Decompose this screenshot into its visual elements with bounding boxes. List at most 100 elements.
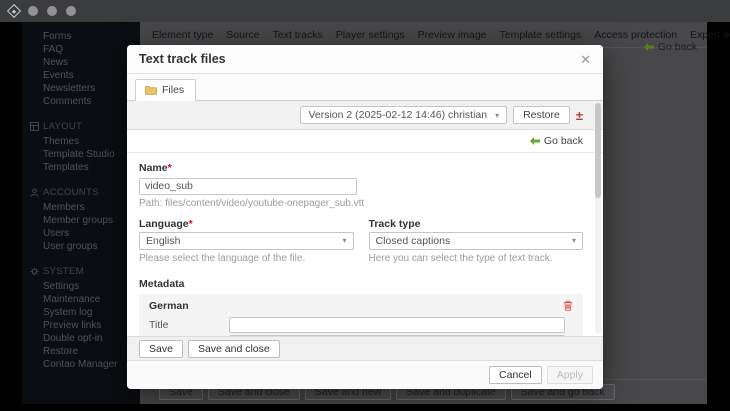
required-asterisk: * <box>167 162 172 174</box>
track-type-select-value: Closed captions <box>375 234 451 247</box>
modal-save-row: Save Save and close <box>127 336 603 360</box>
sidebar-item-users[interactable]: Users <box>22 227 140 240</box>
sidebar-item-double-opt-in[interactable]: Double opt-in <box>22 332 140 345</box>
tab-source[interactable]: Source <box>226 29 259 41</box>
sidebar-item-member-groups[interactable]: Member groups <box>22 214 140 227</box>
header-menu-dot-icon[interactable] <box>47 6 57 16</box>
modal-go-back-label: Go back <box>543 135 583 147</box>
chevron-down-icon: ▾ <box>495 110 500 120</box>
sidebar-nav: Forms FAQ News Events Newsletters Commen… <box>22 22 140 404</box>
tab-template-settings[interactable]: Template settings <box>500 29 582 41</box>
language-select[interactable]: English ▾ <box>139 231 354 250</box>
track-type-select[interactable]: Closed captions ▾ <box>368 231 583 250</box>
header-menu-dot-icon[interactable] <box>66 6 76 16</box>
sidebar-section-accounts[interactable]: ACCOUNTS <box>22 187 140 198</box>
cancel-button[interactable]: Cancel <box>489 366 542 384</box>
sidebar-item-template-studio[interactable]: Template Studio <box>22 148 140 161</box>
modal-scrollbar[interactable] <box>595 103 601 334</box>
sidebar-section-label: ACCOUNTS <box>43 187 99 198</box>
sidebar-item-user-groups[interactable]: User groups <box>22 240 140 253</box>
sidebar-item-preview-links[interactable]: Preview links <box>22 319 140 332</box>
file-path-note: Path: files/content/video/youtube-onepag… <box>139 197 365 209</box>
page-go-back-link[interactable]: Go back <box>643 41 697 53</box>
tab-access-protection[interactable]: Access protection <box>594 29 677 41</box>
diff-icon[interactable]: ± <box>576 108 583 123</box>
sidebar-item-news[interactable]: News <box>22 56 140 69</box>
modal-save-button[interactable]: Save <box>139 339 183 358</box>
sidebar-item-system-log[interactable]: System log <box>22 306 140 319</box>
name-field-label: Name* <box>139 162 583 174</box>
sidebar-item-settings[interactable]: Settings <box>22 280 140 293</box>
name-label-text: Name <box>139 162 168 174</box>
modal-tab-bar: Files <box>127 74 603 101</box>
modal-save-and-close-button[interactable]: Save and close <box>187 339 280 358</box>
metadata-group-box: German Title Alternate text <box>139 293 583 336</box>
sidebar-item-restore[interactable]: Restore <box>22 345 140 358</box>
tab-player-settings[interactable]: Player settings <box>336 29 405 41</box>
metadata-group-language: German <box>149 299 189 312</box>
modal-scrollbar-thumb[interactable] <box>595 103 601 198</box>
language-label-text: Language <box>139 217 189 230</box>
chevron-down-icon: ▾ <box>571 236 576 245</box>
go-back-arrow-icon <box>643 43 654 51</box>
sidebar-item-templates[interactable]: Templates <box>22 161 140 174</box>
title-label: Title <box>149 318 169 331</box>
modal-header: Text track files ✕ <box>127 45 603 74</box>
sidebar-section-layout[interactable]: LAYOUT <box>22 121 140 132</box>
track-type-field: Track type Closed captions ▾ Here you ca… <box>368 217 583 264</box>
sidebar-item-faq[interactable]: FAQ <box>22 43 140 56</box>
gear-icon <box>30 267 39 276</box>
language-hint: Please select the language of the file. <box>139 252 306 264</box>
apply-button[interactable]: Apply <box>546 366 593 384</box>
app-header <box>0 0 730 22</box>
version-panel: Version 2 (2025-02-12 14:46) christian ▾… <box>127 101 603 130</box>
page-go-back-label: Go back <box>657 41 697 53</box>
title-input[interactable] <box>229 316 565 333</box>
tab-expert-settings[interactable]: Expert settings <box>690 29 730 41</box>
chevron-down-icon: ▾ <box>342 236 347 245</box>
modal-body: Version 2 (2025-02-12 14:46) christian ▾… <box>127 101 603 336</box>
restore-button[interactable]: Restore <box>513 106 570 124</box>
folder-icon <box>145 86 157 95</box>
track-type-hint: Here you can select the type of text tra… <box>368 252 553 264</box>
sidebar-item-forms[interactable]: Forms <box>22 30 140 43</box>
layout-icon <box>30 122 39 131</box>
sidebar-item-comments[interactable]: Comments <box>22 95 140 108</box>
text-track-files-modal: Text track files ✕ Files Version 2 (2025… <box>127 45 603 389</box>
sidebar-item-newsletters[interactable]: Newsletters <box>22 82 140 95</box>
sidebar-item-contao-manager[interactable]: Contao Manager <box>22 358 140 371</box>
alternate-text-input[interactable] <box>229 334 565 336</box>
sidebar-item-members[interactable]: Members <box>22 201 140 214</box>
sidebar-section-system[interactable]: SYSTEM <box>22 266 140 277</box>
version-select-value: Version 2 (2025-02-12 14:46) christian <box>308 109 488 121</box>
metadata-section-label: Metadata <box>139 277 185 290</box>
tab-element-type[interactable]: Element type <box>152 29 213 41</box>
language-field-label: Language* <box>139 218 354 230</box>
sidebar-section-label: LAYOUT <box>43 121 83 132</box>
language-select-value: English <box>146 234 181 247</box>
close-icon[interactable]: ✕ <box>580 53 591 66</box>
person-icon <box>30 188 39 197</box>
metadata-row-title: Title <box>147 316 575 334</box>
sidebar-section-label: SYSTEM <box>43 266 84 277</box>
go-back-arrow-icon <box>529 137 540 145</box>
sidebar-item-maintenance[interactable]: Maintenance <box>22 293 140 306</box>
tab-files-label: Files <box>162 84 185 96</box>
metadata-group-header: German <box>147 294 575 316</box>
track-type-field-label: Track type <box>368 217 421 230</box>
modal-title: Text track files <box>139 52 226 66</box>
name-input[interactable] <box>139 177 357 195</box>
tab-files[interactable]: Files <box>135 79 197 101</box>
metadata-row-alternate-text: Alternate text <box>147 334 575 336</box>
header-menu-dot-icon[interactable] <box>28 6 38 16</box>
version-select[interactable]: Version 2 (2025-02-12 14:46) christian ▾ <box>300 106 508 124</box>
sidebar-item-themes[interactable]: Themes <box>22 135 140 148</box>
required-asterisk: * <box>188 217 193 230</box>
sidebar-item-events[interactable]: Events <box>22 69 140 82</box>
tab-preview-image[interactable]: Preview image <box>418 29 487 41</box>
delete-icon[interactable] <box>563 300 573 311</box>
contao-logo-icon <box>6 3 22 19</box>
language-field: Language* English ▾ Please select the la… <box>139 218 354 264</box>
tab-text-tracks[interactable]: Text tracks <box>273 29 323 41</box>
modal-go-back-row[interactable]: Go back <box>127 130 603 153</box>
